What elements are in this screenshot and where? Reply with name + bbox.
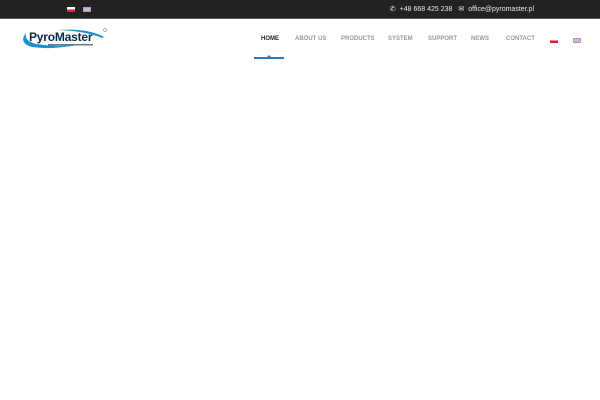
nav-news[interactable]: NEWS [471, 36, 489, 42]
active-nav-indicator [254, 55, 284, 59]
nav-support[interactable]: SUPPORT [428, 36, 457, 42]
nav-system[interactable]: SYSTEM [388, 36, 413, 42]
nav-home[interactable]: HOME [261, 36, 279, 42]
english-flag-icon[interactable] [83, 7, 91, 12]
nav-about-us[interactable]: ABOUT US [295, 36, 326, 42]
nav-products[interactable]: PRODUCTS [341, 36, 375, 42]
phone-icon: ✆ [389, 6, 396, 13]
envelope-icon: ✉ [458, 6, 465, 13]
top-bar: ✆ +48 668 425 238 ✉ office@pyromaster.pl [0, 0, 600, 19]
nav-contact[interactable]: CONTACT [506, 36, 535, 42]
nav-polish-flag-icon[interactable] [550, 38, 558, 43]
contact-info: ✆ +48 668 425 238 ✉ office@pyromaster.pl [389, 5, 534, 14]
logo[interactable]: PyroMaster [18, 27, 108, 51]
logo-text: PyroMaster [29, 30, 93, 44]
email-link[interactable]: office@pyromaster.pl [468, 6, 534, 13]
phone-number[interactable]: +48 668 425 238 [400, 6, 453, 13]
polish-flag-icon[interactable] [67, 7, 75, 12]
nav-english-flag-icon[interactable] [573, 38, 581, 43]
